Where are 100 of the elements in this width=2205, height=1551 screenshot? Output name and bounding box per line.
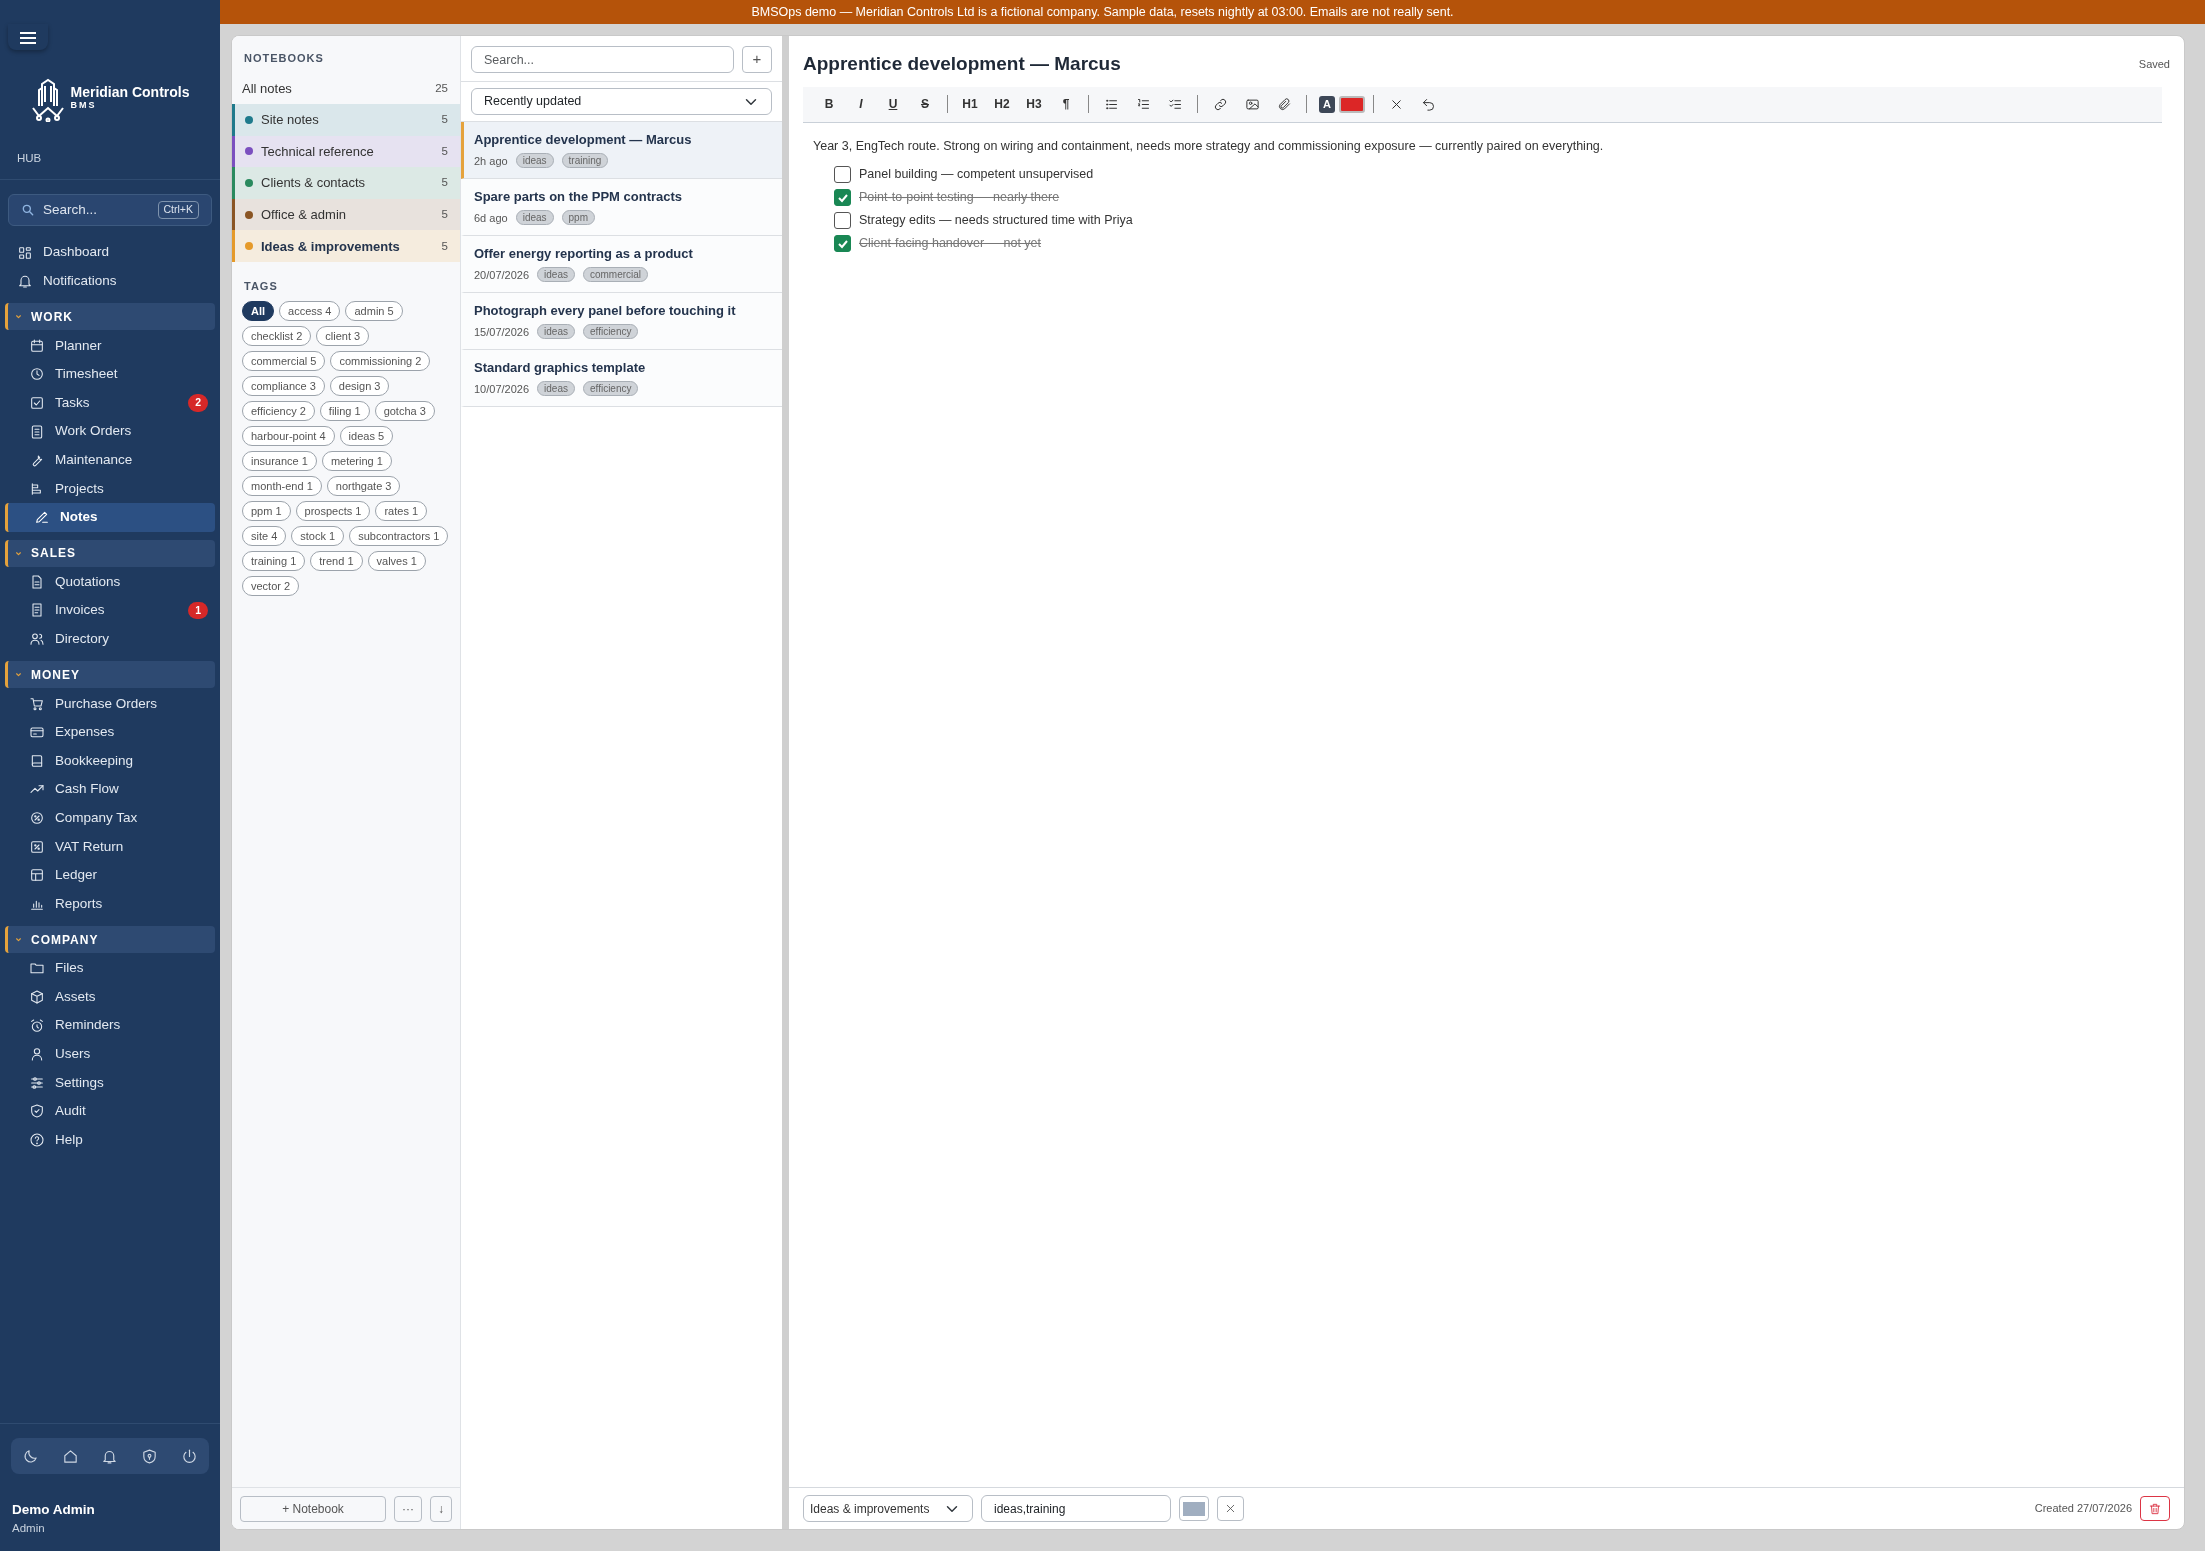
tag-chip[interactable]: vector 2 — [242, 575, 300, 596]
nav-item[interactable]: Files — [0, 954, 220, 983]
nav-item[interactable]: Cash Flow — [0, 775, 220, 804]
sort-select[interactable]: Recently updated — [471, 88, 772, 115]
nav-item[interactable]: Timesheet — [0, 360, 220, 389]
nav-item[interactable]: Audit — [0, 1097, 220, 1126]
delete-button[interactable] — [2140, 1496, 2170, 1521]
bold-button[interactable]: B — [815, 91, 843, 117]
tag-chip[interactable]: filing 1 — [319, 400, 370, 421]
tags-field[interactable]: ideas,training — [981, 1495, 1171, 1522]
nav-item[interactable]: Reminders — [0, 1011, 220, 1040]
nav-item[interactable]: Quotations — [0, 567, 220, 597]
tag-chip[interactable]: design 3 — [329, 375, 390, 396]
nav-item[interactable]: Assets — [0, 982, 220, 1012]
section-header[interactable]: SALES — [5, 539, 215, 567]
note-item[interactable]: Offer energy reporting as a product 20/07/2026 ideas commercial — [461, 236, 782, 293]
more-button[interactable]: ··· — [394, 1496, 422, 1522]
nav-item[interactable]: Dashboard — [0, 238, 220, 267]
search-field[interactable]: Search... Ctrl+K — [8, 194, 212, 227]
notebook-select[interactable]: Ideas & improvements — [803, 1495, 973, 1522]
add-notebook-button[interactable]: + Notebook — [240, 1496, 386, 1522]
tag-chip[interactable]: subcontractors 1 — [349, 525, 449, 546]
note-item[interactable]: Photograph every panel before touching it 15/07/2026 ideas efficiency — [461, 293, 782, 350]
nav-item[interactable]: Reports — [0, 889, 220, 919]
nav-item[interactable]: Help — [0, 1125, 220, 1155]
section-header[interactable]: WORK — [5, 303, 215, 331]
checkbox[interactable] — [834, 235, 851, 253]
note-item[interactable]: Spare parts on the PPM contracts 6d ago ideas ppm — [461, 179, 782, 236]
shortcut-hint: Ctrl+K — [157, 201, 199, 220]
tag-chip[interactable]: metering 1 — [321, 450, 392, 471]
nav-item[interactable]: Tasks 2 — [0, 388, 220, 418]
section-heading: TAGS — [243, 279, 279, 295]
menu-button[interactable] — [8, 24, 48, 50]
checkbox[interactable] — [834, 189, 851, 207]
notebook-item[interactable]: Site notes 5 — [232, 104, 460, 136]
download-button[interactable]: ↓ — [430, 1496, 452, 1522]
tag-chip[interactable]: training 1 — [242, 550, 306, 571]
paragraph-button[interactable]: ¶ — [1052, 91, 1080, 117]
note-item[interactable]: Apprentice development — Marcus 2h ago ideas training — [461, 122, 782, 179]
notebook-item[interactable]: All notes 25 — [232, 72, 460, 105]
strikethrough-button[interactable]: S — [911, 91, 939, 117]
nav-item[interactable]: Notes — [5, 503, 215, 532]
nav-item[interactable]: Company Tax — [0, 803, 220, 833]
notebook-item[interactable]: Clients & contacts 5 — [232, 167, 460, 199]
nav-item[interactable]: Bookkeeping — [0, 746, 220, 776]
nav-item[interactable]: VAT Return — [0, 832, 220, 861]
checkbox[interactable] — [834, 166, 851, 184]
nav-item[interactable]: Planner — [0, 331, 220, 361]
text-color-button[interactable]: A — [1319, 95, 1335, 113]
tag-chip[interactable]: compliance 3 — [242, 375, 325, 396]
nav-item[interactable]: Purchase Orders — [0, 689, 220, 718]
tag-chip[interactable]: commissioning 2 — [330, 350, 431, 371]
tag-chip[interactable]: stock 1 — [291, 525, 345, 546]
count-label: 25 — [435, 80, 448, 96]
tag-chip[interactable]: month-end 1 — [242, 475, 322, 496]
tag-chip[interactable]: valves 1 — [367, 550, 426, 571]
nav-item[interactable]: Invoices 1 — [0, 596, 220, 625]
nav-item[interactable]: Settings — [0, 1068, 220, 1098]
tag-chip[interactable]: checklist 2 — [242, 325, 312, 346]
tag-chip[interactable]: harbour-point 4 — [242, 425, 335, 446]
tag-chip[interactable]: admin 5 — [345, 300, 403, 321]
heading-button[interactable]: H3 — [1020, 91, 1048, 117]
nav-item[interactable]: Notifications — [0, 266, 220, 296]
tag-chip[interactable]: ideas 5 — [339, 425, 394, 446]
checkbox[interactable] — [834, 212, 851, 230]
tag-chip[interactable]: efficiency 2 — [242, 400, 315, 421]
search-field[interactable]: Search... — [471, 46, 734, 73]
tag-chip[interactable]: commercial 5 — [242, 350, 326, 371]
nav-item[interactable]: Users — [0, 1039, 220, 1069]
tag-chip[interactable]: gotcha 3 — [374, 400, 435, 421]
notebook-item[interactable]: Technical reference 5 — [232, 135, 460, 168]
underline-button[interactable]: U — [879, 91, 907, 117]
nav-item[interactable]: Ledger — [0, 860, 220, 890]
notebook-item[interactable]: Ideas & improvements 5 — [232, 230, 460, 263]
nav-item[interactable]: Directory — [0, 624, 220, 654]
tag-chip[interactable]: access 4 — [279, 300, 341, 321]
section-header[interactable]: COMPANY — [5, 926, 215, 954]
tag-chip[interactable]: client 3 — [316, 325, 370, 346]
power-icon — [180, 1447, 198, 1465]
color-swatch[interactable] — [1339, 95, 1365, 113]
nav-item[interactable]: Projects — [0, 474, 220, 503]
nav-item[interactable]: Expenses — [0, 717, 220, 747]
color-picker[interactable] — [1179, 1496, 1209, 1521]
heading-button[interactable]: H1 — [956, 91, 984, 117]
note-item[interactable]: Standard graphics template 10/07/2026 ideas efficiency — [461, 350, 782, 407]
heading-button[interactable]: H2 — [988, 91, 1016, 117]
add-note-button[interactable]: + — [742, 46, 772, 73]
tag-chip[interactable]: site 4 — [242, 525, 287, 546]
notebook-item[interactable]: Office & admin 5 — [232, 198, 460, 231]
nav-item[interactable]: Work Orders — [0, 417, 220, 446]
tag-chip[interactable]: rates 1 — [375, 500, 428, 521]
tag-chip[interactable]: northgate 3 — [326, 475, 401, 496]
tag-chip[interactable]: trend 1 — [310, 550, 363, 571]
nav-item[interactable]: Maintenance — [0, 445, 220, 475]
tag-chip[interactable]: prospects 1 — [295, 500, 371, 521]
section-header[interactable]: MONEY — [5, 661, 215, 689]
tag-chip[interactable]: ppm 1 — [242, 500, 291, 521]
italic-button[interactable]: I — [847, 91, 875, 117]
tag-chip[interactable]: All — [242, 300, 275, 321]
tag-chip[interactable]: insurance 1 — [242, 450, 317, 471]
